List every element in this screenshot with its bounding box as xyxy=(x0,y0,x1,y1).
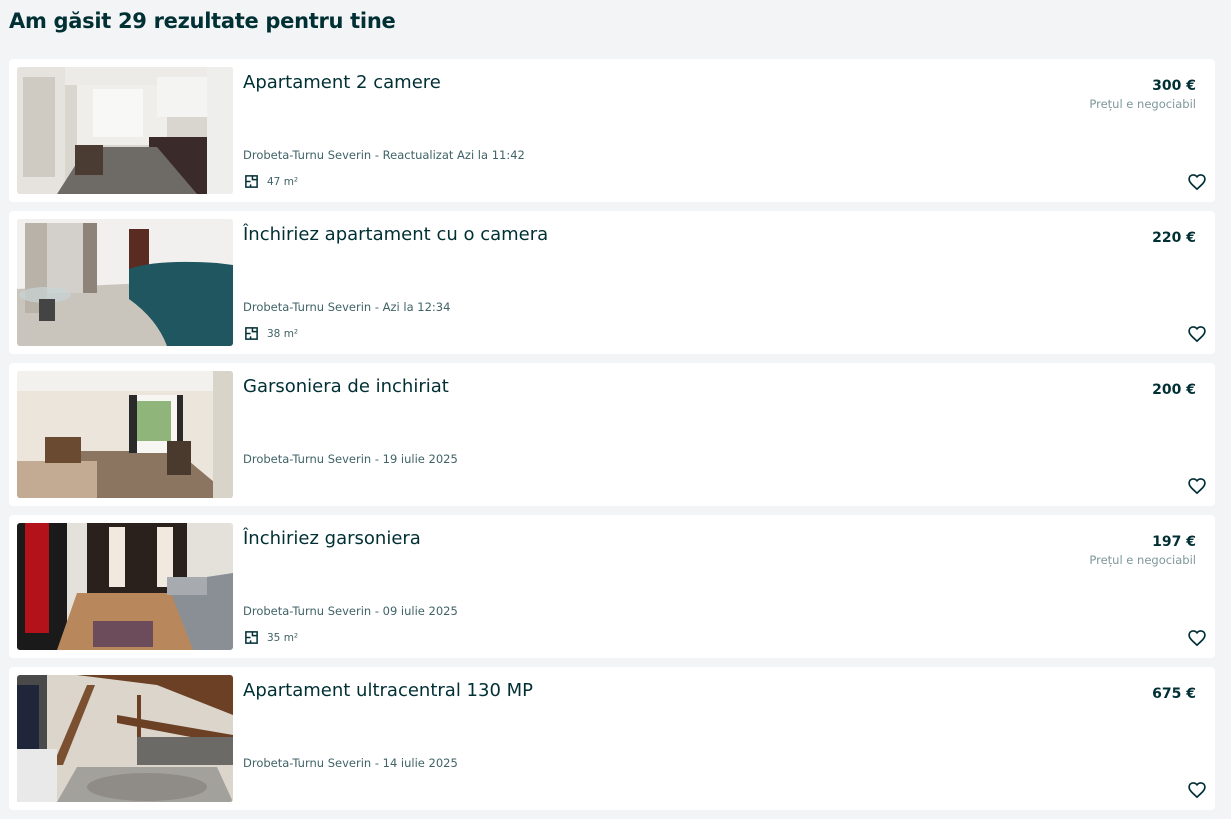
listing-photo[interactable] xyxy=(17,523,233,650)
listing-title[interactable]: Închiriez garsoniera xyxy=(243,528,421,549)
results-heading: Am găsit 29 rezultate pentru tine xyxy=(9,9,396,33)
floor-plan-icon xyxy=(245,327,258,340)
listing-card[interactable]: Apartament ultracentral 130 MP 675 € Dro… xyxy=(9,667,1215,810)
listing-price: 200 € xyxy=(1152,382,1196,398)
listing-price: 675 € xyxy=(1152,686,1196,702)
listing-price: 220 € xyxy=(1152,230,1196,246)
listing-photo[interactable] xyxy=(17,67,233,194)
listing-location-date: Drobeta-Turnu Severin - 14 iulie 2025 xyxy=(243,756,458,770)
heart-outline-icon xyxy=(1188,326,1206,343)
listing-area: 47 m² xyxy=(244,174,298,189)
area-value: 38 m² xyxy=(267,327,299,340)
listing-price: 300 € xyxy=(1152,78,1196,94)
listing-photo[interactable] xyxy=(17,371,233,498)
favorite-button[interactable] xyxy=(1187,324,1207,344)
favorite-button[interactable] xyxy=(1187,628,1207,648)
area-value: 35 m² xyxy=(267,631,299,644)
listings-list: Apartament 2 camere 300 € Prețul e negoc… xyxy=(9,59,1215,819)
listing-area: 35 m² xyxy=(244,630,298,645)
listing-title[interactable]: Închiriez apartament cu o camera xyxy=(243,224,548,245)
negotiable-label: Prețul e negociabil xyxy=(1089,553,1196,567)
listing-card[interactable]: Închiriez apartament cu o camera 220 € D… xyxy=(9,211,1215,354)
listing-card[interactable]: Închiriez garsoniera 197 € Prețul e nego… xyxy=(9,515,1215,658)
favorite-button[interactable] xyxy=(1187,172,1207,192)
area-value: 47 m² xyxy=(267,175,299,188)
listing-title[interactable]: Apartament ultracentral 130 MP xyxy=(243,680,533,701)
floor-plan-icon xyxy=(245,175,258,188)
listing-location-date: Drobeta-Turnu Severin - Azi la 12:34 xyxy=(243,300,451,314)
floor-plan-icon xyxy=(245,631,258,644)
listing-card[interactable]: Apartament 2 camere 300 € Prețul e negoc… xyxy=(9,59,1215,202)
listing-location-date: Drobeta-Turnu Severin - Reactualizat Azi… xyxy=(243,148,525,162)
negotiable-label: Prețul e negociabil xyxy=(1089,97,1196,111)
favorite-button[interactable] xyxy=(1187,780,1207,800)
listing-area: 38 m² xyxy=(244,326,298,341)
listing-card[interactable]: Garsoniera de inchiriat 200 € Drobeta-Tu… xyxy=(9,363,1215,506)
listing-location-date: Drobeta-Turnu Severin - 19 iulie 2025 xyxy=(243,452,458,466)
heart-outline-icon xyxy=(1188,630,1206,647)
listing-photo[interactable] xyxy=(17,675,233,802)
listing-price: 197 € xyxy=(1152,534,1196,550)
heart-outline-icon xyxy=(1188,782,1206,799)
listing-title[interactable]: Apartament 2 camere xyxy=(243,72,441,93)
heart-outline-icon xyxy=(1188,478,1206,495)
listing-location-date: Drobeta-Turnu Severin - 09 iulie 2025 xyxy=(243,604,458,618)
favorite-button[interactable] xyxy=(1187,476,1207,496)
listing-title[interactable]: Garsoniera de inchiriat xyxy=(243,376,449,397)
heart-outline-icon xyxy=(1188,174,1206,191)
listing-photo[interactable] xyxy=(17,219,233,346)
